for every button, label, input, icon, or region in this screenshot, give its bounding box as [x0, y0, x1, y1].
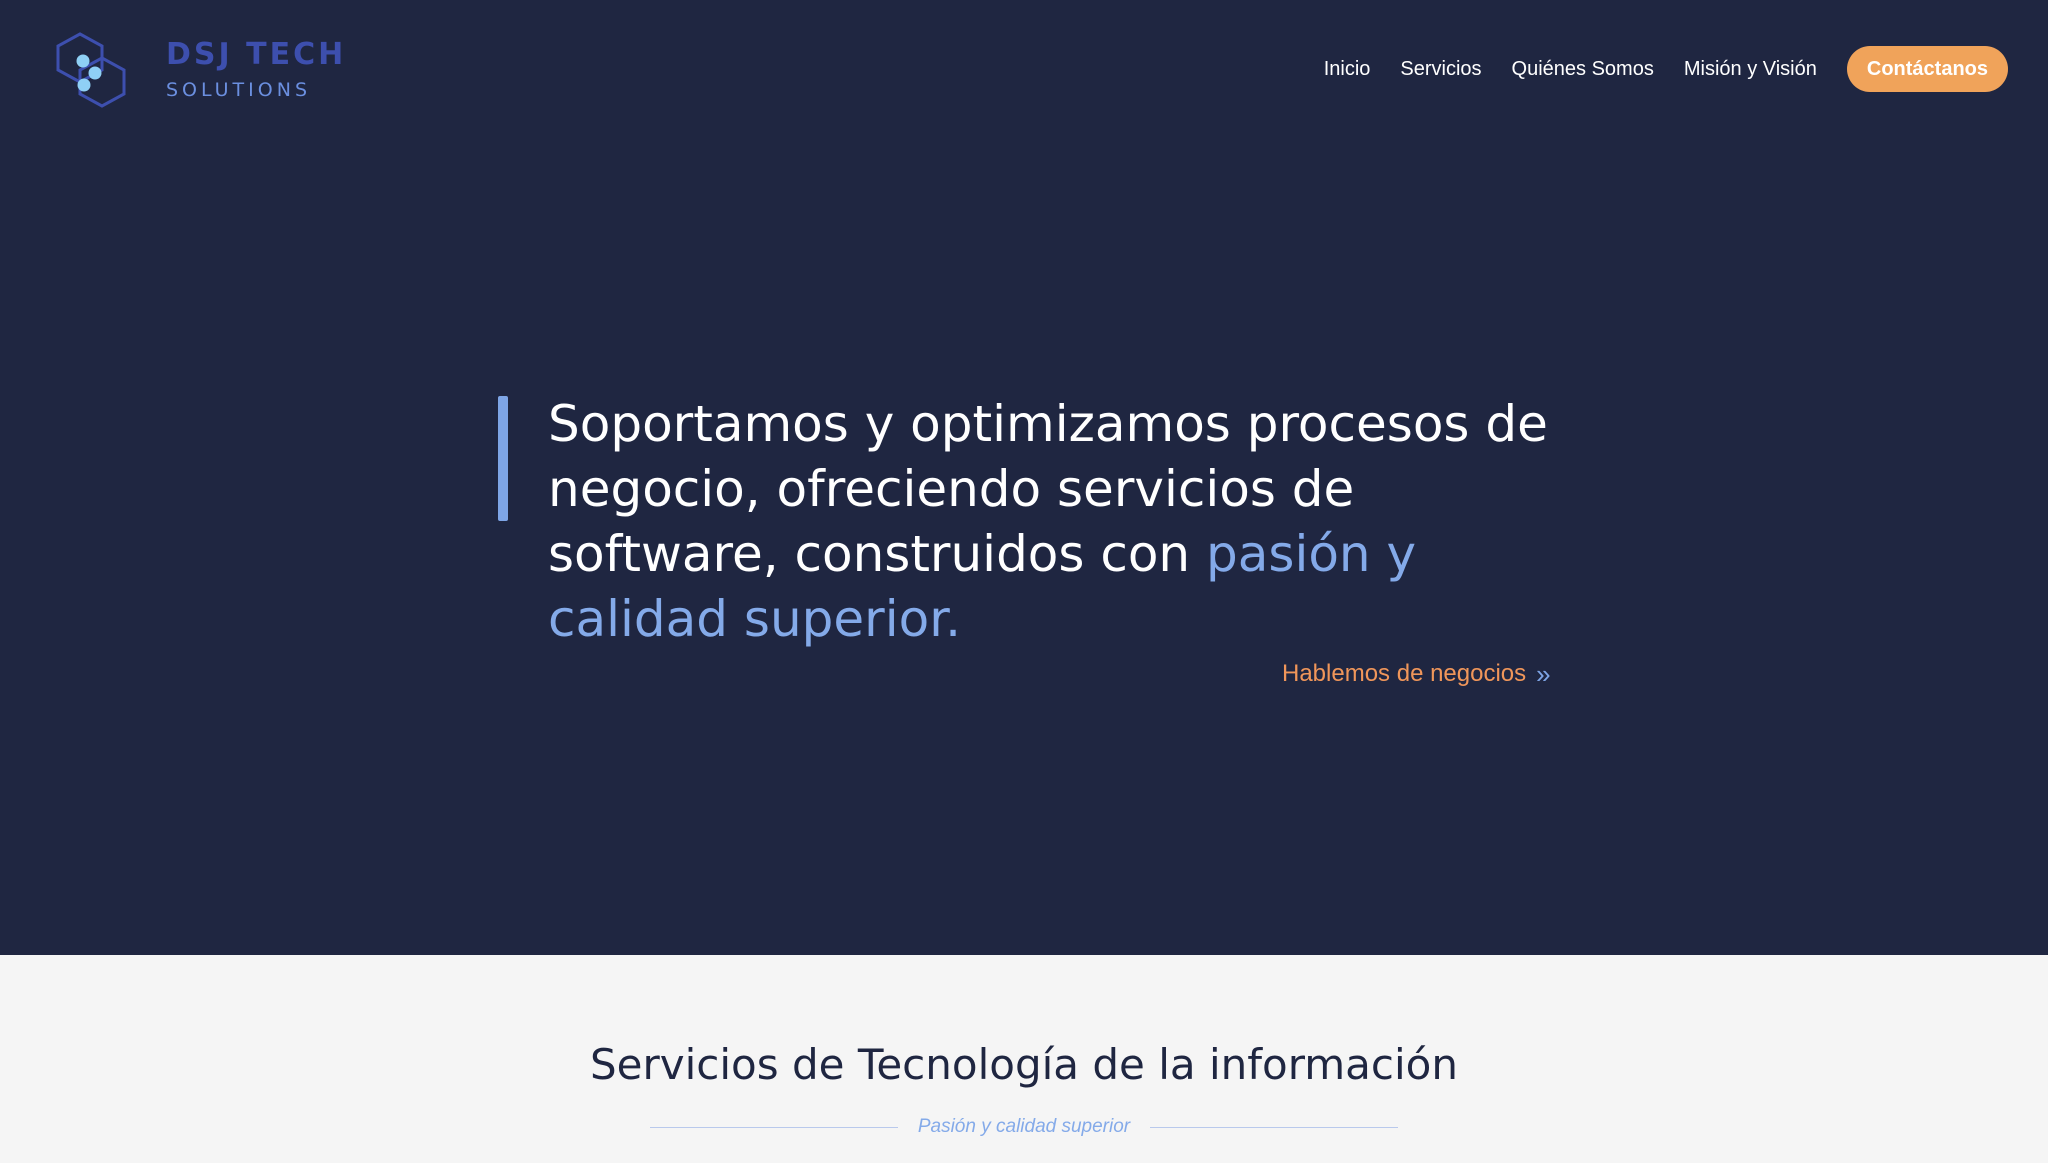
brand-logo[interactable]: DSJ TECH SOLUTIONS — [44, 30, 346, 110]
contact-button[interactable]: Contáctanos — [1846, 46, 2008, 92]
hero-accent-bar — [498, 396, 508, 521]
brand-subtitle: SOLUTIONS — [166, 79, 311, 101]
hero-cta-link[interactable]: Hablemos de negocios » — [1282, 660, 1551, 688]
services-section: Servicios de Tecnología de la informació… — [0, 955, 2048, 1163]
nav-inicio[interactable]: Inicio — [1324, 46, 1371, 92]
divider-right — [1150, 1126, 1399, 1128]
divider-left — [649, 1126, 898, 1128]
services-tagline: Pasión y calidad superior — [917, 1116, 1131, 1137]
hexagon-logo-icon — [56, 32, 126, 108]
main-nav: Inicio Servicios Quiénes Somos Misión y … — [1324, 46, 2008, 92]
brand-name: DSJ TECH — [166, 37, 347, 72]
nav-mision-vision[interactable]: Misión y Visión — [1684, 46, 1817, 92]
hero-cta-label: Hablemos de negocios — [1282, 660, 1527, 687]
double-chevron-right-icon: » — [1536, 659, 1551, 689]
services-tagline-row: Pasión y calidad superior — [0, 1115, 2048, 1139]
site-header: DSJ TECH SOLUTIONS Inicio Servicios Quié… — [0, 0, 2048, 140]
nav-quienes-somos[interactable]: Quiénes Somos — [1512, 46, 1654, 92]
hero-section: Soportamos y optimizamos procesos de neg… — [0, 140, 2048, 955]
brand-text: DSJ TECH SOLUTIONS — [166, 37, 346, 103]
hero-heading: Soportamos y optimizamos procesos de neg… — [548, 392, 1568, 652]
services-title: Servicios de Tecnología de la informació… — [589, 1040, 1458, 1089]
nav-servicios[interactable]: Servicios — [1400, 46, 1481, 92]
